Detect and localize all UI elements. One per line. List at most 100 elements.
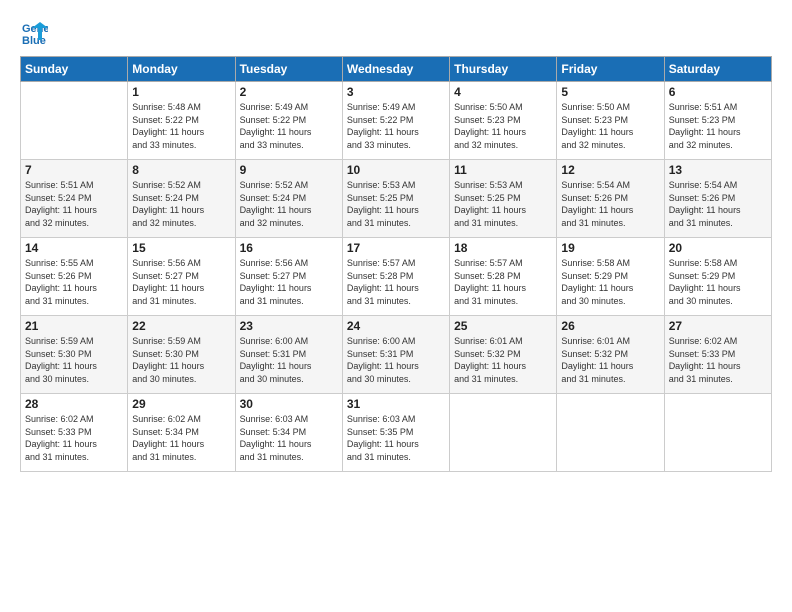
day-info: Sunrise: 5:55 AM Sunset: 5:26 PM Dayligh… (25, 257, 123, 307)
day-cell: 6 Sunrise: 5:51 AM Sunset: 5:23 PM Daylig… (664, 82, 771, 160)
day-number: 1 (132, 85, 230, 99)
day-info: Sunrise: 6:02 AM Sunset: 5:34 PM Dayligh… (132, 413, 230, 463)
day-number: 3 (347, 85, 445, 99)
day-cell: 8 Sunrise: 5:52 AM Sunset: 5:24 PM Daylig… (128, 160, 235, 238)
day-info: Sunrise: 5:52 AM Sunset: 5:24 PM Dayligh… (132, 179, 230, 229)
day-cell: 15 Sunrise: 5:56 AM Sunset: 5:27 PM Dayli… (128, 238, 235, 316)
day-cell: 5Sunrise: 5:50 AM Sunset: 5:23 PM Daylig… (557, 82, 664, 160)
day-number: 13 (669, 163, 767, 177)
day-number: 31 (347, 397, 445, 411)
day-info: Sunrise: 5:51 AM Sunset: 5:23 PM Dayligh… (669, 101, 767, 151)
day-number: 2 (240, 85, 338, 99)
day-number: 24 (347, 319, 445, 333)
week-row-3: 21Sunrise: 5:59 AM Sunset: 5:30 PM Dayli… (21, 316, 772, 394)
day-info: Sunrise: 6:02 AM Sunset: 5:33 PM Dayligh… (669, 335, 767, 385)
day-number: 18 (454, 241, 552, 255)
day-cell: 28 Sunrise: 6:02 AM Sunset: 5:33 PM Dayli… (21, 394, 128, 472)
day-number: 19 (561, 241, 659, 255)
day-number: 27 (669, 319, 767, 333)
day-number: 7 (25, 163, 123, 177)
day-cell: 3 Sunrise: 5:49 AM Sunset: 5:22 PM Daylig… (342, 82, 449, 160)
day-info: Sunrise: 6:02 AM Sunset: 5:33 PM Dayligh… (25, 413, 123, 463)
day-info: Sunrise: 5:58 AM Sunset: 5:29 PM Dayligh… (561, 257, 659, 307)
header: General Blue (20, 18, 772, 46)
day-info: Sunrise: 5:53 AM Sunset: 5:25 PM Dayligh… (454, 179, 552, 229)
day-cell: 18 Sunrise: 5:57 AM Sunset: 5:28 PM Dayli… (450, 238, 557, 316)
day-cell: 11 Sunrise: 5:53 AM Sunset: 5:25 PM Dayli… (450, 160, 557, 238)
logo: General Blue (20, 18, 50, 46)
day-cell: 22Sunrise: 5:59 AM Sunset: 5:30 PM Dayli… (128, 316, 235, 394)
header-sunday: Sunday (21, 57, 128, 82)
day-info: Sunrise: 6:03 AM Sunset: 5:35 PM Dayligh… (347, 413, 445, 463)
header-wednesday: Wednesday (342, 57, 449, 82)
calendar-page: General Blue SundayMondayTuesdayWednesda… (0, 0, 792, 612)
day-cell: 31 Sunrise: 6:03 AM Sunset: 5:35 PM Dayli… (342, 394, 449, 472)
day-info: Sunrise: 6:01 AM Sunset: 5:32 PM Dayligh… (454, 335, 552, 385)
day-number: 8 (132, 163, 230, 177)
day-cell (450, 394, 557, 472)
day-cell: 24 Sunrise: 6:00 AM Sunset: 5:31 PM Dayli… (342, 316, 449, 394)
day-cell (557, 394, 664, 472)
day-number: 17 (347, 241, 445, 255)
day-cell: 30 Sunrise: 6:03 AM Sunset: 5:34 PM Dayli… (235, 394, 342, 472)
day-cell: 13 Sunrise: 5:54 AM Sunset: 5:26 PM Dayli… (664, 160, 771, 238)
day-cell: 17 Sunrise: 5:57 AM Sunset: 5:28 PM Dayli… (342, 238, 449, 316)
day-cell: 29 Sunrise: 6:02 AM Sunset: 5:34 PM Dayli… (128, 394, 235, 472)
week-row-4: 28 Sunrise: 6:02 AM Sunset: 5:33 PM Dayli… (21, 394, 772, 472)
day-cell: 26 Sunrise: 6:01 AM Sunset: 5:32 PM Dayli… (557, 316, 664, 394)
day-info: Sunrise: 6:01 AM Sunset: 5:32 PM Dayligh… (561, 335, 659, 385)
day-cell: 14 Sunrise: 5:55 AM Sunset: 5:26 PM Dayli… (21, 238, 128, 316)
day-number: 5 (561, 85, 659, 99)
header-monday: Monday (128, 57, 235, 82)
day-number: 11 (454, 163, 552, 177)
day-number: 28 (25, 397, 123, 411)
day-number: 9 (240, 163, 338, 177)
day-cell: 1Sunrise: 5:48 AM Sunset: 5:22 PM Daylig… (128, 82, 235, 160)
week-row-1: 7 Sunrise: 5:51 AM Sunset: 5:24 PM Daylig… (21, 160, 772, 238)
day-info: Sunrise: 5:52 AM Sunset: 5:24 PM Dayligh… (240, 179, 338, 229)
day-info: Sunrise: 5:58 AM Sunset: 5:29 PM Dayligh… (669, 257, 767, 307)
logo-icon: General Blue (20, 18, 48, 46)
day-cell: 16Sunrise: 5:56 AM Sunset: 5:27 PM Dayli… (235, 238, 342, 316)
header-tuesday: Tuesday (235, 57, 342, 82)
header-friday: Friday (557, 57, 664, 82)
day-number: 30 (240, 397, 338, 411)
day-number: 25 (454, 319, 552, 333)
day-cell: 23 Sunrise: 6:00 AM Sunset: 5:31 PM Dayli… (235, 316, 342, 394)
header-row: SundayMondayTuesdayWednesdayThursdayFrid… (21, 57, 772, 82)
day-number: 6 (669, 85, 767, 99)
day-cell: 25 Sunrise: 6:01 AM Sunset: 5:32 PM Dayli… (450, 316, 557, 394)
day-info: Sunrise: 5:49 AM Sunset: 5:22 PM Dayligh… (347, 101, 445, 151)
day-info: Sunrise: 5:54 AM Sunset: 5:26 PM Dayligh… (561, 179, 659, 229)
day-info: Sunrise: 6:03 AM Sunset: 5:34 PM Dayligh… (240, 413, 338, 463)
day-info: Sunrise: 6:00 AM Sunset: 5:31 PM Dayligh… (347, 335, 445, 385)
day-number: 29 (132, 397, 230, 411)
day-cell: 2 Sunrise: 5:49 AM Sunset: 5:22 PM Daylig… (235, 82, 342, 160)
day-info: Sunrise: 5:59 AM Sunset: 5:30 PM Dayligh… (25, 335, 123, 385)
day-number: 4 (454, 85, 552, 99)
day-cell: 27 Sunrise: 6:02 AM Sunset: 5:33 PM Dayli… (664, 316, 771, 394)
day-info: Sunrise: 5:51 AM Sunset: 5:24 PM Dayligh… (25, 179, 123, 229)
svg-text:Blue: Blue (22, 35, 46, 46)
header-thursday: Thursday (450, 57, 557, 82)
day-number: 10 (347, 163, 445, 177)
week-row-2: 14 Sunrise: 5:55 AM Sunset: 5:26 PM Dayli… (21, 238, 772, 316)
day-info: Sunrise: 5:57 AM Sunset: 5:28 PM Dayligh… (454, 257, 552, 307)
day-info: Sunrise: 5:54 AM Sunset: 5:26 PM Dayligh… (669, 179, 767, 229)
day-cell (21, 82, 128, 160)
day-number: 23 (240, 319, 338, 333)
day-info: Sunrise: 5:53 AM Sunset: 5:25 PM Dayligh… (347, 179, 445, 229)
day-cell: 9 Sunrise: 5:52 AM Sunset: 5:24 PM Daylig… (235, 160, 342, 238)
header-saturday: Saturday (664, 57, 771, 82)
day-number: 14 (25, 241, 123, 255)
day-number: 26 (561, 319, 659, 333)
day-info: Sunrise: 5:56 AM Sunset: 5:27 PM Dayligh… (240, 257, 338, 307)
day-info: Sunrise: 5:57 AM Sunset: 5:28 PM Dayligh… (347, 257, 445, 307)
svg-text:General: General (22, 23, 48, 35)
day-info: Sunrise: 5:49 AM Sunset: 5:22 PM Dayligh… (240, 101, 338, 151)
day-info: Sunrise: 6:00 AM Sunset: 5:31 PM Dayligh… (240, 335, 338, 385)
day-cell: 19 Sunrise: 5:58 AM Sunset: 5:29 PM Dayli… (557, 238, 664, 316)
day-cell: 10 Sunrise: 5:53 AM Sunset: 5:25 PM Dayli… (342, 160, 449, 238)
day-info: Sunrise: 5:56 AM Sunset: 5:27 PM Dayligh… (132, 257, 230, 307)
day-number: 15 (132, 241, 230, 255)
